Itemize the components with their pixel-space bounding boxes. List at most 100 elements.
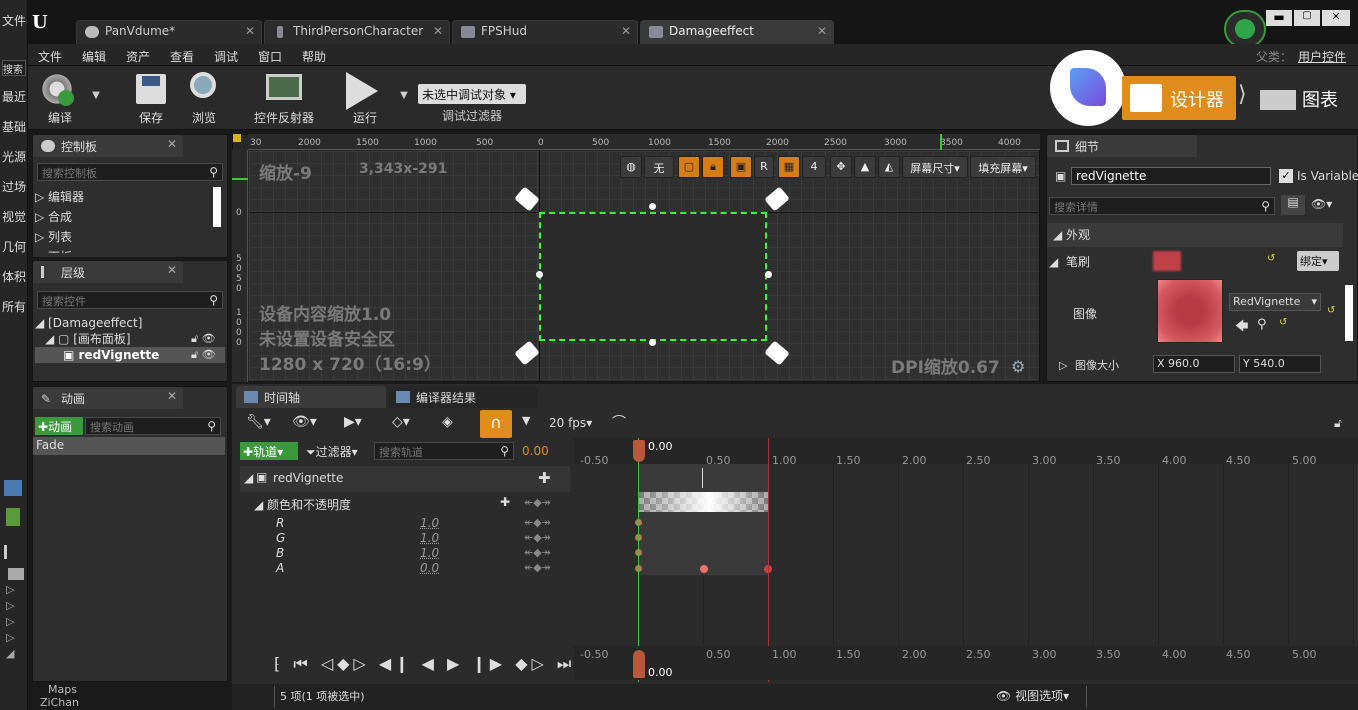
channel-r[interactable]: R 1.0 ↞◆↠ bbox=[240, 516, 570, 531]
track-search-input[interactable]: 搜索轨道 ⚲ bbox=[374, 442, 514, 460]
close-icon[interactable]: ✕ bbox=[245, 24, 255, 38]
menu-asset[interactable]: 资产 bbox=[126, 48, 150, 65]
close-icon[interactable]: ✕ bbox=[167, 263, 177, 277]
palette-tab[interactable]: 控制板 ✕ bbox=[33, 135, 183, 157]
image-size-row[interactable]: ▷ 图像大小 bbox=[1059, 357, 1119, 373]
snap-options-dropdown[interactable]: ▼ bbox=[522, 414, 530, 427]
image-size-y-field[interactable]: Y 540.0 bbox=[1239, 355, 1321, 373]
graph-mode-button[interactable]: 图表 bbox=[1258, 76, 1358, 120]
resize-handle[interactable] bbox=[649, 203, 656, 210]
tab-thirdpersoncharacter[interactable]: ThirdPersonCharacter ✕ bbox=[264, 20, 450, 44]
anchor-handle[interactable] bbox=[764, 340, 790, 366]
add-animation-button[interactable]: ✚动画 bbox=[35, 417, 83, 435]
folder-zichan[interactable]: ZiChan bbox=[40, 696, 79, 709]
keyframe-area[interactable] bbox=[574, 438, 1358, 682]
strip-item[interactable]: 视觉 bbox=[2, 208, 26, 225]
filter-dropdown[interactable]: ⏷过滤器▾ bbox=[306, 443, 358, 460]
settings-gear-icon[interactable]: ⚙ bbox=[1011, 357, 1025, 376]
tab-timeline[interactable]: 时间轴 bbox=[236, 386, 386, 408]
compile-button[interactable]: 编译 bbox=[32, 68, 88, 126]
menu-view[interactable]: 查看 bbox=[170, 48, 194, 65]
resize-handle[interactable] bbox=[765, 271, 772, 278]
bind-dropdown[interactable]: 绑定▾ bbox=[1297, 251, 1339, 271]
close-window-button[interactable]: ✕ bbox=[1322, 10, 1350, 26]
add-icon[interactable]: ✚ bbox=[500, 495, 510, 509]
run-options-dropdown[interactable]: ▼ bbox=[398, 90, 410, 101]
fps-dropdown[interactable]: 20 fps▾ bbox=[549, 416, 592, 430]
track-redvignette[interactable]: ◢ ▣ redVignette ✚ bbox=[240, 466, 570, 492]
add-icon[interactable] bbox=[6, 508, 20, 526]
reset-button[interactable]: R bbox=[754, 156, 774, 178]
anchor-handle[interactable] bbox=[764, 186, 790, 212]
hierarchy-search-input[interactable]: 搜索控件 ⚲ bbox=[37, 291, 223, 309]
playback-dropdown-icon[interactable]: ▶▾ bbox=[344, 414, 362, 430]
palette-item[interactable]: ▷ 合成 bbox=[35, 207, 84, 227]
compile-options-dropdown[interactable]: ▼ bbox=[90, 90, 102, 101]
localization-button[interactable]: 无 bbox=[644, 156, 674, 178]
strip-item[interactable]: 体积 bbox=[2, 268, 26, 285]
outline-toggle-icon[interactable]: ▢ bbox=[678, 156, 700, 178]
scrollbar[interactable] bbox=[213, 187, 221, 227]
parent-class-link[interactable]: 用户控件 bbox=[1298, 48, 1346, 65]
grid-size-button[interactable]: 4 bbox=[802, 156, 826, 178]
anchor-handle[interactable] bbox=[514, 186, 540, 212]
image-size-x-field[interactable]: X 960.0 bbox=[1153, 355, 1235, 373]
key-nav-icons[interactable]: ↞◆↠ bbox=[524, 531, 551, 544]
key-nav-icons[interactable]: ↞◆↠ bbox=[524, 561, 551, 574]
browse-button[interactable]: 浏览 bbox=[178, 68, 230, 126]
close-icon[interactable]: ✕ bbox=[167, 389, 177, 403]
tab-compiler-results[interactable]: 编译器结果 bbox=[388, 386, 538, 408]
run-button[interactable]: 运行 bbox=[338, 68, 392, 126]
use-selected-arrow-icon[interactable]: 🡄 bbox=[1235, 317, 1248, 339]
palette-item[interactable]: ▷ 面板 bbox=[35, 247, 84, 253]
close-icon[interactable]: ✕ bbox=[621, 24, 631, 38]
lock-icon[interactable]: 🔒︎ bbox=[702, 156, 724, 178]
source-control-icon[interactable] bbox=[1224, 10, 1266, 48]
close-icon[interactable]: ✕ bbox=[817, 24, 827, 38]
resize-handle[interactable] bbox=[536, 271, 543, 278]
selected-widget-redvignette[interactable] bbox=[539, 212, 767, 341]
add-track-button[interactable]: ✚轨道▾ bbox=[240, 442, 298, 460]
section-appearance[interactable]: ◢ 外观 bbox=[1047, 223, 1343, 247]
save-button[interactable]: 保存 bbox=[124, 68, 178, 126]
strip-item[interactable]: 文件 bbox=[2, 12, 26, 29]
key-settings-icon[interactable]: 🔧︎▾ bbox=[246, 414, 271, 430]
maximize-button[interactable]: ▢ bbox=[1294, 10, 1320, 26]
widget-reflector-button[interactable]: 控件反射器 bbox=[248, 68, 320, 126]
resize-handle[interactable] bbox=[649, 339, 656, 346]
transform-icon[interactable]: ✥ bbox=[830, 156, 852, 178]
track-color-opacity[interactable]: ◢ 颜色和不透明度 ✚ ↞◆↠ bbox=[240, 495, 570, 514]
lock-eye-icons[interactable]: 🔓︎ 👁︎ 🔓︎ 👁︎ bbox=[191, 331, 216, 363]
reset-arrow-icon[interactable]: ↺ bbox=[1279, 317, 1287, 328]
strip-item[interactable]: 所有 bbox=[2, 298, 26, 315]
list-icon[interactable] bbox=[4, 545, 22, 559]
snap-magnet-icon[interactable]: ∩ bbox=[480, 410, 512, 438]
channel-a[interactable]: A 0.0 ↞◆↠ bbox=[240, 561, 570, 576]
image-icon[interactable]: ▲ bbox=[854, 156, 876, 178]
hierarchy-item-root[interactable]: ◢ [Damageeffect] bbox=[35, 315, 225, 331]
menu-file[interactable]: 文件 bbox=[38, 48, 62, 65]
strip-item[interactable]: 几何 bbox=[2, 238, 26, 255]
background-icon[interactable]: ◭ bbox=[878, 156, 900, 178]
animation-search-input[interactable]: 搜索动画 ⚲ bbox=[85, 417, 221, 435]
key-nav-icons[interactable]: ↞◆↠ bbox=[524, 516, 551, 529]
screen-size-dropdown[interactable]: 屏幕尺寸▾ bbox=[902, 156, 968, 178]
brush-row[interactable]: ◢ 笔刷 bbox=[1049, 253, 1090, 270]
view-mode-icon[interactable]: 👁︎▾ bbox=[292, 414, 317, 430]
browse-asset-icon[interactable]: ⚲ bbox=[1257, 317, 1267, 332]
key-interpolation-icon[interactable]: ◇▾ bbox=[392, 414, 410, 430]
strip-item[interactable]: 光源 bbox=[2, 148, 26, 165]
details-search-input[interactable]: 搜索详情 ⚲ bbox=[1049, 197, 1275, 215]
reset-arrow-icon[interactable]: ↺ bbox=[1267, 253, 1275, 264]
tab-panvdume[interactable]: PanVdume* ✕ bbox=[76, 20, 262, 44]
view-options-button[interactable]: 👁︎ 视图选项▾ bbox=[996, 687, 1069, 704]
tab-damageeffect[interactable]: Damageeffect ✕ bbox=[640, 20, 834, 44]
menu-window[interactable]: 窗口 bbox=[258, 48, 282, 65]
animation-item-fade[interactable]: Fade bbox=[33, 437, 225, 455]
is-variable-checkbox[interactable]: ✓ bbox=[1279, 169, 1293, 183]
auto-key-icon[interactable]: ◈ bbox=[442, 414, 453, 430]
keyframe-a-1[interactable] bbox=[700, 565, 708, 573]
menu-edit[interactable]: 编辑 bbox=[82, 48, 106, 65]
key-nav-icons[interactable]: ↞◆↠ bbox=[524, 546, 551, 559]
image-asset-dropdown[interactable]: RedVignette ▾ bbox=[1229, 293, 1321, 311]
